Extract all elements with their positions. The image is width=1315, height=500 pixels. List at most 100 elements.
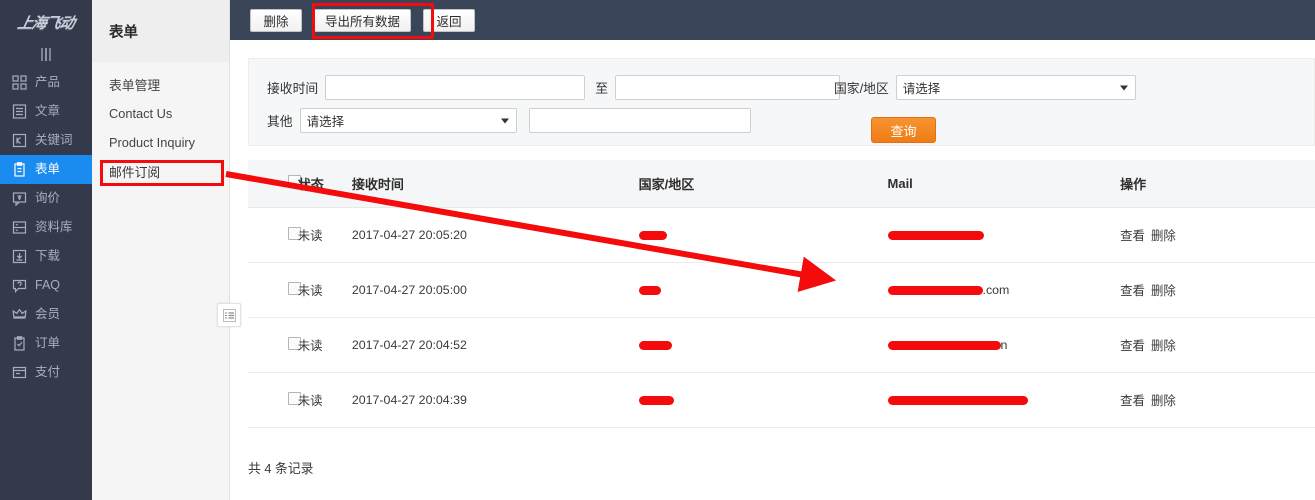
- th-mail: Mail: [888, 160, 1121, 207]
- filter-row-other: 其他 请选择: [267, 104, 1314, 137]
- cell-status: 未读: [298, 207, 352, 262]
- sidebar-item-1[interactable]: 产品: [0, 68, 92, 97]
- cell-operation: 查看删除: [1120, 372, 1315, 427]
- view-link[interactable]: 查看: [1120, 229, 1145, 243]
- cell-receive-time: 2017-04-27 20:04:39: [352, 372, 639, 427]
- th-status: 状态: [298, 160, 352, 207]
- time-range-to-label: 至: [595, 78, 608, 97]
- action-toolbar: 删除 导出所有数据 返回: [230, 0, 1315, 40]
- country-label: 国家/地区: [834, 78, 889, 97]
- sidebar-item-11[interactable]: 支付: [0, 358, 92, 387]
- filter-row-country: 国家/地区 请选择: [834, 71, 1136, 104]
- view-link[interactable]: 查看: [1120, 339, 1145, 353]
- sidebar-item-label: FAQ: [35, 279, 60, 292]
- table-row: 未读2017-04-27 20:05:00 .com 查看删除: [248, 262, 1315, 317]
- cell-operation: 查看删除: [1120, 317, 1315, 372]
- redaction-mark: [888, 396, 1028, 405]
- back-button[interactable]: 返回: [423, 9, 475, 32]
- mail-visible-tail: .com: [983, 283, 1010, 297]
- delete-link[interactable]: 删除: [1151, 229, 1176, 243]
- query-button[interactable]: 查询: [871, 117, 936, 143]
- handle-bar: [49, 48, 51, 61]
- delete-link[interactable]: 删除: [1151, 339, 1176, 353]
- sidebar-item-4[interactable]: 表单: [0, 155, 92, 184]
- delete-link[interactable]: 删除: [1151, 394, 1176, 408]
- sidebar-item-label: 资料库: [35, 221, 73, 234]
- redaction-mark: [888, 286, 983, 295]
- sidebar-item-label: 关键词: [35, 134, 73, 147]
- other-keyword-input[interactable]: [529, 108, 751, 133]
- submenu-item-1[interactable]: 表单管理: [92, 70, 229, 99]
- table-body: 未读2017-04-27 20:05:20查看删除未读2017-04-27 20…: [248, 207, 1315, 427]
- th-operation: 操作: [1120, 160, 1315, 207]
- faq-icon: [12, 278, 27, 293]
- main-area: 删除 导出所有数据 返回 接收时间 至 其他 请选择: [230, 0, 1315, 500]
- filter-right-group: 国家/地区 请选择 查询: [834, 71, 1136, 143]
- secondary-submenu: 表单 表单管理Contact UsProduct Inquiry邮件订阅: [92, 0, 230, 500]
- receive-time-from-input[interactable]: [325, 75, 585, 100]
- cell-checkbox: [248, 207, 298, 262]
- other-select[interactable]: 请选择: [300, 108, 517, 133]
- receive-time-to-input[interactable]: [615, 75, 840, 100]
- country-select[interactable]: 请选择: [896, 75, 1136, 100]
- submenu-item-3[interactable]: Product Inquiry: [92, 128, 229, 157]
- cell-receive-time: 2017-04-27 20:05:00: [352, 262, 639, 317]
- cell-checkbox: [248, 317, 298, 372]
- cell-checkbox: [248, 262, 298, 317]
- table-header-row: 状态 接收时间 国家/地区 Mail 操作: [248, 160, 1315, 207]
- sidebar-item-6[interactable]: 资料库: [0, 213, 92, 242]
- redaction-mark: [639, 231, 667, 240]
- sidebar-item-10[interactable]: 订单: [0, 329, 92, 358]
- filter-panel: 接收时间 至 其他 请选择 国家/地区: [248, 58, 1315, 146]
- sidebar-item-9[interactable]: 会员: [0, 300, 92, 329]
- sidebar-item-label: 询价: [35, 192, 60, 205]
- other-select-value: 请选择: [307, 111, 345, 130]
- sidebar-item-8[interactable]: FAQ: [0, 271, 92, 300]
- table-row: 未读2017-04-27 20:04:39查看删除: [248, 372, 1315, 427]
- cell-country: [639, 262, 888, 317]
- chevron-down-icon: [501, 118, 509, 123]
- sidebar-item-3[interactable]: 关键词: [0, 126, 92, 155]
- order-icon: [12, 336, 27, 351]
- cell-status: 未读: [298, 262, 352, 317]
- sidebar-item-label: 表单: [35, 163, 60, 176]
- handle-bar: [45, 48, 47, 61]
- sidebar-nav-list: 产品文章关键词表单询价资料库下载 FAQ 会员订单支付: [0, 68, 92, 387]
- country-select-value: 请选择: [903, 78, 941, 97]
- filter-row-time: 接收时间 至: [267, 71, 1314, 104]
- view-link[interactable]: 查看: [1120, 284, 1145, 298]
- sidebar-drag-handle-icon[interactable]: [0, 40, 92, 68]
- sidebar-item-label: 支付: [35, 366, 60, 379]
- sidebar-item-label: 文章: [35, 105, 60, 118]
- view-link[interactable]: 查看: [1120, 394, 1145, 408]
- sidebar-item-7[interactable]: 下载: [0, 242, 92, 271]
- redaction-mark: [639, 341, 672, 350]
- article-icon: [12, 104, 27, 119]
- redaction-mark: [639, 396, 674, 405]
- redaction-mark: [639, 286, 661, 295]
- cell-country: [639, 372, 888, 427]
- submenu-item-2[interactable]: Contact Us: [92, 99, 229, 128]
- mail-visible-tail: n: [1001, 338, 1008, 352]
- content-body: 接收时间 至 其他 请选择 国家/地区: [230, 40, 1315, 500]
- delete-link[interactable]: 删除: [1151, 284, 1176, 298]
- inquiry-icon: [12, 191, 27, 206]
- app-logo[interactable]: 上海飞动: [0, 0, 92, 40]
- cell-mail: .com: [888, 262, 1121, 317]
- th-select-all: [248, 160, 298, 207]
- member-icon: [12, 307, 27, 322]
- menu-list-icon[interactable]: [217, 303, 241, 327]
- sidebar-item-label: 下载: [35, 250, 60, 263]
- delete-button[interactable]: 删除: [250, 9, 302, 32]
- submenu-item-4[interactable]: 邮件订阅: [92, 157, 229, 186]
- sidebar-item-label: 会员: [35, 308, 60, 321]
- th-receive-time: 接收时间: [352, 160, 639, 207]
- sidebar-item-label: 订单: [35, 337, 60, 350]
- export-all-data-button[interactable]: 导出所有数据: [314, 9, 411, 32]
- sidebar-item-5[interactable]: 询价: [0, 184, 92, 213]
- subscription-table: 状态 接收时间 国家/地区 Mail 操作 未读2017-04-27 20:05…: [248, 160, 1315, 428]
- keyword-icon: [12, 133, 27, 148]
- cell-operation: 查看删除: [1120, 207, 1315, 262]
- sidebar-item-2[interactable]: 文章: [0, 97, 92, 126]
- app-root: 上海飞动 产品文章关键词表单询价资料库下载 FAQ 会员订单支付 表单 表单管理Co…: [0, 0, 1315, 500]
